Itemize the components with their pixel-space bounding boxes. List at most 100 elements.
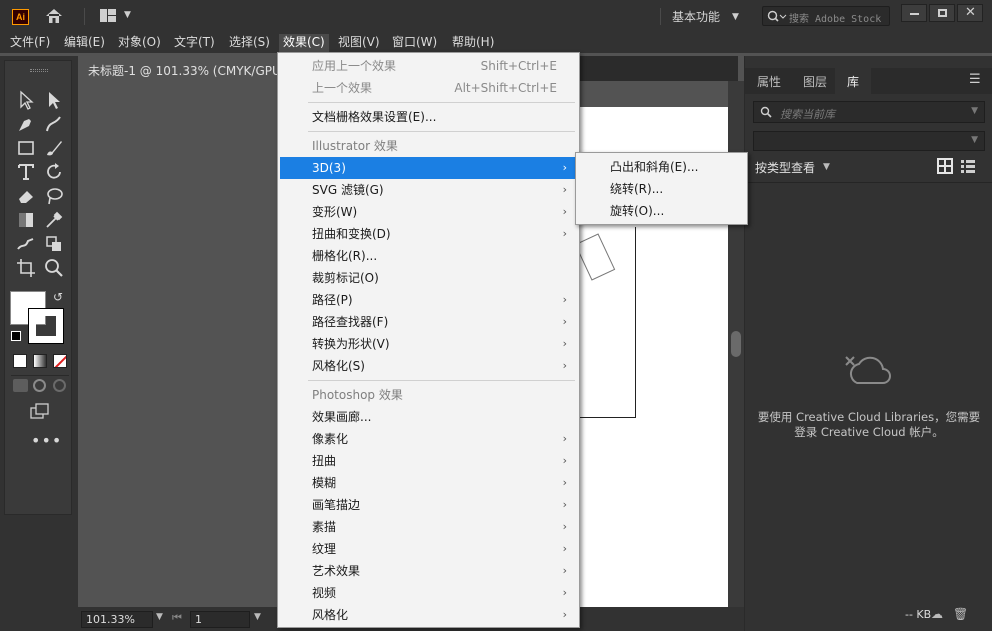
library-search-input[interactable]: 搜索当前库 ▼ [753,101,985,123]
list-view-icon[interactable] [961,159,975,173]
direct-selection-tool-icon[interactable] [43,89,65,111]
menu-view[interactable]: 视图(V) [334,34,384,52]
chevron-right-icon: › [562,454,567,467]
draw-normal-icon[interactable] [13,379,28,392]
menu-item-video[interactable]: 视频 › [280,582,577,604]
menu-window[interactable]: 窗口(W) [388,34,441,52]
menu-item-distort[interactable]: 扭曲 › [280,450,577,472]
menu-item-revolve[interactable]: 绕转(R)... [578,178,745,200]
chevron-down-icon[interactable]: ▼ [124,10,131,20]
menu-item-pathfinder[interactable]: 路径查找器(F) › [280,311,577,333]
selection-tool-icon[interactable] [15,89,37,111]
menu-item-distort-transform[interactable]: 扭曲和变换(D) › [280,223,577,245]
scrollbar-thumb[interactable] [731,331,741,357]
stock-search-input[interactable]: 搜索 Adobe Stock [762,6,890,26]
type-tool-icon[interactable] [15,161,37,183]
none-mode-icon[interactable] [53,354,67,368]
artboard-tool-icon[interactable] [15,257,37,279]
tab-properties[interactable]: 属性 [745,68,793,94]
shape-builder-tool-icon[interactable] [43,233,65,255]
menu-item-pixelate[interactable]: 像素化 › [280,428,577,450]
more-tools-icon[interactable]: ••• [31,431,62,450]
color-mode-icon[interactable] [13,354,27,368]
menu-item-texture[interactable]: 纹理 › [280,538,577,560]
panel-grip[interactable] [30,69,48,72]
stroke-swatch[interactable] [28,308,64,344]
draw-inside-icon[interactable] [53,379,66,392]
home-icon[interactable] [44,7,64,25]
menu-item-stylize-ps[interactable]: 风格化 › [280,604,577,626]
chevron-down-icon[interactable]: ▼ [156,612,163,622]
menu-item-svg-filters[interactable]: SVG 滤镜(G) › [280,179,577,201]
document-tab[interactable]: 未标题-1 @ 101.33% (CMYK/GPU 预览) [78,56,278,81]
menu-item-crop-marks[interactable]: 裁剪标记(O) [280,267,577,289]
paintbrush-tool-icon[interactable] [43,137,65,159]
menu-item-raster-settings[interactable]: 文档栅格效果设置(E)... [280,106,577,128]
puppet-warp-tool-icon[interactable] [15,233,37,255]
tab-layers[interactable]: 图层 [791,68,839,94]
menu-edit[interactable]: 编辑(E) [60,34,109,52]
panel-tab-bar: 属性 图层 库 ☰ [745,68,992,94]
draw-behind-icon[interactable] [33,379,46,392]
menu-file[interactable]: 文件(F) [6,34,54,52]
menu-item-last-effect[interactable]: 上一个效果 Alt+Shift+Ctrl+E [280,77,577,99]
curvature-tool-icon[interactable] [43,113,65,135]
rotate-tool-icon[interactable] [43,161,65,183]
menu-type[interactable]: 文字(T) [170,34,219,52]
swap-colors-icon[interactable]: ↺ [53,290,63,304]
first-artboard-icon[interactable]: ⏮ [172,611,182,625]
menu-item-effect-gallery[interactable]: 效果画廊... [280,406,577,428]
menu-item-path[interactable]: 路径(P) › [280,289,577,311]
screen-mode-icon[interactable] [29,403,51,419]
arrange-documents-icon[interactable] [100,9,116,22]
chevron-down-icon[interactable]: ▼ [971,135,978,145]
panel-menu-icon[interactable]: ☰ [969,72,981,87]
trash-icon[interactable]: 🗑 [953,607,968,621]
grid-view-icon[interactable] [937,158,953,174]
gradient-tool-icon[interactable] [15,209,37,231]
chevron-down-icon[interactable]: ▼ [254,612,261,622]
zoom-level-field[interactable]: 101.33% [81,611,153,628]
menu-help[interactable]: 帮助(H) [448,34,498,52]
view-by-dropdown[interactable]: 按类型查看 [755,159,815,176]
close-button[interactable]: ✕ [957,4,983,22]
menu-object[interactable]: 对象(O) [114,34,165,52]
menu-item-stylize[interactable]: 风格化(S) › [280,355,577,377]
menu-item-artistic[interactable]: 艺术效果 › [280,560,577,582]
library-select[interactable]: ▼ [753,131,985,151]
chevron-right-icon: › [562,498,567,511]
menu-item-label: 效果画廊... [312,410,372,424]
menu-item-label: 变形(W) [312,205,358,219]
chevron-down-icon[interactable]: ▼ [732,12,739,22]
menu-item-warp[interactable]: 变形(W) › [280,201,577,223]
tab-libraries[interactable]: 库 [835,68,872,94]
eraser-tool-icon[interactable] [15,185,37,207]
chevron-down-icon[interactable]: ▼ [971,106,978,116]
rectangle-tool-icon[interactable] [15,137,37,159]
menu-effect[interactable]: 效果(C) [279,34,329,52]
menu-select[interactable]: 选择(S) [225,34,274,52]
gradient-mode-icon[interactable] [33,354,47,368]
menu-item-extrude-bevel[interactable]: 凸出和斜角(E)... [578,156,745,178]
menu-item-blur[interactable]: 模糊 › [280,472,577,494]
menu-item-sketch[interactable]: 素描 › [280,516,577,538]
menu-item-convert-to-shape[interactable]: 转换为形状(V) › [280,333,577,355]
maximize-button[interactable] [929,4,955,22]
menu-item-3d[interactable]: 3D(3) › [280,157,577,179]
minimize-button[interactable] [901,4,927,22]
chevron-down-icon[interactable]: ▼ [823,162,830,172]
menu-item-apply-last-effect[interactable]: 应用上一个效果 Shift+Ctrl+E [280,55,577,77]
default-colors-icon[interactable] [11,331,21,341]
menu-item-rotate[interactable]: 旋转(O)... [578,200,745,222]
artboard-number-field[interactable]: 1 [190,611,250,628]
cloud-sync-icon[interactable]: ☁ [931,607,943,621]
lasso-tool-icon[interactable] [43,185,65,207]
eyedropper-tool-icon[interactable] [43,209,65,231]
menu-item-rasterize[interactable]: 栅格化(R)... [280,245,577,267]
menu-item-brush-strokes[interactable]: 画笔描边 › [280,494,577,516]
menu-item-label: 像素化 [312,432,349,446]
zoom-tool-icon[interactable] [43,257,65,279]
chevron-right-icon: › [562,564,567,577]
workspace-switcher[interactable]: 基本功能 [672,8,720,25]
pen-tool-icon[interactable] [15,113,37,135]
